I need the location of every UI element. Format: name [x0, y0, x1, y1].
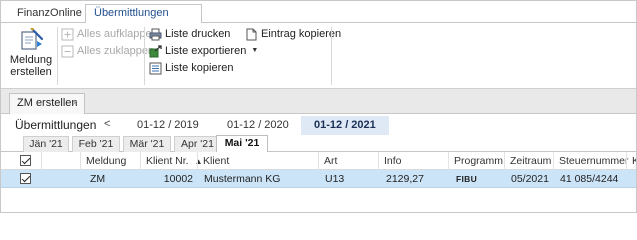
column-header-k[interactable]: K — [626, 152, 636, 170]
liste-kopieren-label: Liste kopieren — [165, 62, 234, 74]
tab-month-apr[interactable]: Apr '21 — [174, 136, 221, 152]
column-header-meldung[interactable]: Meldung — [80, 152, 140, 170]
tab-month-feb[interactable]: Feb '21 — [72, 136, 120, 152]
row-checkbox[interactable] — [20, 173, 31, 184]
document-tab-zm-erstellen[interactable]: ZM erstellen × — [9, 93, 85, 114]
tab-uebermittlungen-erstellen[interactable]: Übermittlungen erstellen — [85, 4, 202, 36]
document-tab-strip: ZM erstellen × — [1, 89, 636, 114]
ribbon-tab-bar: FinanzOnline Übermittlungen erstellen — [1, 1, 636, 36]
cell-zeitraum: 05/2021 — [511, 173, 549, 185]
liste-drucken-button[interactable]: Liste drucken — [149, 26, 230, 42]
collapse-all-icon — [61, 45, 74, 58]
liste-kopieren-button[interactable]: Liste kopieren — [149, 60, 234, 76]
document-tab-label: ZM erstellen — [17, 97, 78, 109]
column-header-klient-nr[interactable]: Klient Nr. ▲ — [140, 152, 203, 170]
alles-aufklappen-label: Alles aufklappen — [77, 28, 158, 40]
table-row[interactable]: ZM 10002 Mustermann KG U13 2129,27 FIBU … — [1, 170, 636, 188]
meldung-erstellen-label-1: Meldung — [9, 54, 53, 66]
grid-header: Meldung Klient Nr. ▲ Klient Art Info Prog… — [1, 152, 636, 170]
new-report-icon — [21, 27, 44, 50]
export-icon — [149, 44, 162, 58]
copy-entry-icon — [245, 28, 258, 41]
ribbon-separator — [57, 27, 58, 85]
cell-meldung: ZM — [90, 173, 106, 185]
alles-zuklappen-button[interactable]: Alles zuklappen — [61, 43, 154, 59]
previous-period-button[interactable]: < — [104, 118, 110, 130]
copy-list-icon — [149, 62, 162, 75]
tab-month-mai[interactable]: Mai '21 — [216, 135, 268, 153]
uebermittlungen-label: Übermittlungen — [15, 118, 97, 132]
ribbon-separator — [144, 27, 145, 85]
column-header-steuernummer[interactable]: Steuernummer — [553, 152, 628, 170]
ribbon-separator — [331, 27, 332, 85]
eintrag-kopieren-button[interactable]: Eintrag kopieren — [245, 26, 341, 42]
alles-zuklappen-label: Alles zuklappen — [77, 45, 155, 57]
expand-all-icon — [61, 28, 74, 41]
tab-finanzonline[interactable]: FinanzOnline — [9, 5, 90, 23]
cell-info: 2129,27 — [386, 173, 424, 185]
period-2019[interactable]: 01-12 / 2019 — [137, 119, 199, 131]
meldung-erstellen-label-2: erstellen — [10, 66, 52, 78]
select-all-checkbox[interactable] — [20, 155, 31, 166]
column-header-klient-nr-label: Klient Nr. — [146, 155, 189, 167]
printer-icon — [149, 28, 162, 41]
tab-month-jan[interactable]: Jän '21 — [23, 136, 69, 152]
period-2020[interactable]: 01-12 / 2020 — [227, 119, 289, 131]
uebermittlungen-bar: Übermittlungen < 01-12 / 2019 01-12 / 20… — [1, 115, 636, 136]
liste-exportieren-button[interactable]: Liste exportieren ▼ — [149, 43, 258, 59]
column-header-programm[interactable]: Programm — [448, 152, 504, 170]
eintrag-kopieren-label: Eintrag kopieren — [261, 28, 342, 40]
cell-klient: Mustermann KG — [204, 173, 281, 185]
month-tab-bar: Jän '21 Feb '21 Mär '21 Apr '21 Mai '21 — [1, 135, 636, 153]
column-header-blank — [41, 152, 80, 170]
period-2021-selected[interactable]: 01-12 / 2021 — [301, 116, 389, 135]
cell-programm: FIBU — [456, 174, 478, 184]
close-icon[interactable]: × — [72, 94, 78, 113]
cell-art: U13 — [325, 173, 345, 185]
column-header-info[interactable]: Info — [378, 152, 448, 170]
meldung-erstellen-button[interactable]: Meldung erstellen — [9, 25, 53, 85]
app-window: FinanzOnline Übermittlungen erstellen Me… — [0, 0, 637, 213]
cell-steuernummer: 41 085/4244 — [560, 173, 619, 185]
ribbon-panel: Meldung erstellen Alles aufklappen Alles… — [1, 23, 636, 89]
chevron-down-icon[interactable]: ▼ — [251, 43, 258, 59]
liste-drucken-label: Liste drucken — [165, 28, 231, 40]
column-header-art[interactable]: Art — [318, 152, 378, 170]
column-header-klient[interactable]: Klient — [197, 152, 318, 170]
column-header-zeitraum[interactable]: Zeitraum — [504, 152, 553, 170]
cell-klient-nr: 10002 — [163, 173, 193, 185]
tab-month-mar[interactable]: Mär '21 — [123, 136, 171, 152]
liste-exportieren-label: Liste exportieren — [165, 45, 247, 57]
